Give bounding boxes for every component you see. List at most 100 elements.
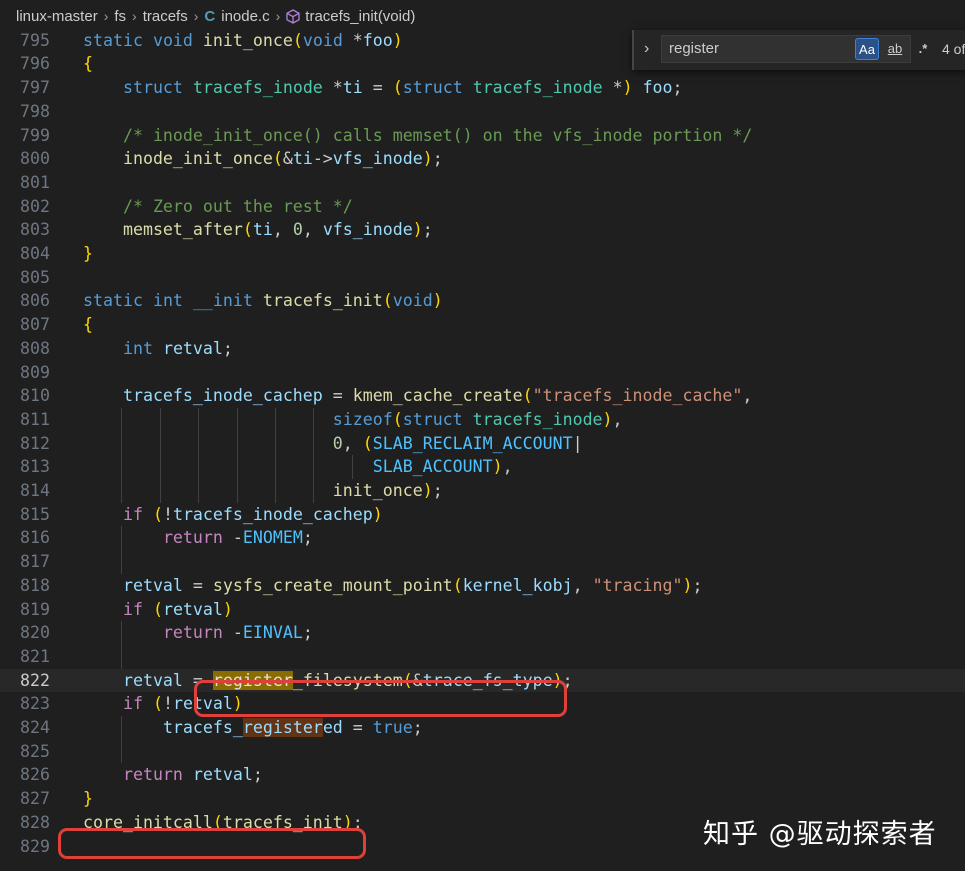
line-number[interactable]: 828 — [0, 811, 50, 835]
line-number[interactable]: 827 — [0, 787, 50, 811]
code-line[interactable]: 812 0, (SLAB_RECLAIM_ACCOUNT| — [0, 432, 965, 456]
code-line[interactable]: 804} — [0, 242, 965, 266]
code-text: /* Zero out the rest */ — [122, 196, 353, 216]
code-line[interactable]: 813 SLAB_ACCOUNT), — [0, 455, 965, 479]
code-text: static int __init tracefs_init(void) — [83, 291, 443, 311]
line-number[interactable]: 829 — [0, 835, 50, 859]
code-text: tracefs_inode_cachep = kmem_cache_create… — [122, 386, 753, 406]
line-number[interactable]: 819 — [0, 598, 50, 622]
code-text: } — [83, 789, 93, 809]
line-number[interactable]: 824 — [0, 716, 50, 740]
line-number[interactable]: 812 — [0, 432, 50, 456]
code-line[interactable]: 814 init_once); — [0, 479, 965, 503]
highlight-box-core-initcall — [58, 828, 366, 859]
line-number[interactable]: 811 — [0, 408, 50, 432]
toggle-replace-chevron-icon[interactable]: › — [644, 40, 649, 58]
line-number[interactable]: 806 — [0, 289, 50, 313]
line-number[interactable]: 813 — [0, 455, 50, 479]
code-line[interactable]: 802 /* Zero out the rest */ — [0, 195, 965, 219]
code-text: static void init_once(void *foo) — [83, 32, 403, 50]
line-number[interactable]: 816 — [0, 526, 50, 550]
line-number[interactable]: 825 — [0, 740, 50, 764]
line-number[interactable]: 797 — [0, 76, 50, 100]
line-number[interactable]: 815 — [0, 503, 50, 527]
line-number[interactable]: 807 — [0, 313, 50, 337]
line-number[interactable]: 795 — [0, 32, 50, 52]
find-result-count: 4 of — [942, 41, 965, 57]
breadcrumb-item-symbol[interactable]: tracefs_init(void) — [305, 8, 415, 25]
line-number[interactable]: 808 — [0, 337, 50, 361]
match-case-toggle[interactable]: Aa — [855, 38, 879, 60]
line-number[interactable]: 818 — [0, 574, 50, 598]
indent-guide — [313, 407, 315, 503]
code-line[interactable]: 827} — [0, 787, 965, 811]
line-number[interactable]: 820 — [0, 621, 50, 645]
line-number[interactable]: 817 — [0, 550, 50, 574]
line-number[interactable]: 804 — [0, 242, 50, 266]
regex-toggle[interactable]: .* — [911, 38, 935, 60]
line-number[interactable]: 798 — [0, 100, 50, 124]
code-line[interactable]: 810 tracefs_inode_cachep = kmem_cache_cr… — [0, 384, 965, 408]
indent-guide — [121, 621, 123, 669]
line-number[interactable]: 801 — [0, 171, 50, 195]
line-number[interactable]: 810 — [0, 384, 50, 408]
indent-guide — [236, 407, 238, 503]
code-line[interactable]: 799 /* inode_init_once() calls memset() … — [0, 124, 965, 148]
line-number[interactable]: 821 — [0, 645, 50, 669]
whole-word-toggle[interactable]: ab — [883, 38, 907, 60]
code-line[interactable]: 818 retval = sysfs_create_mount_point(ke… — [0, 574, 965, 598]
line-number[interactable]: 809 — [0, 361, 50, 385]
c-file-icon: C — [204, 7, 216, 25]
code-line[interactable]: 817 — [0, 550, 965, 574]
code-line[interactable]: 821 — [0, 645, 965, 669]
breadcrumb-item-fs[interactable]: fs — [114, 8, 126, 25]
chevron-right-icon: › — [275, 8, 281, 24]
code-text: struct tracefs_inode *ti = (struct trace… — [122, 78, 683, 98]
code-text: { — [83, 315, 93, 335]
highlight-box-register-filesystem — [194, 680, 567, 717]
code-text: SLAB_ACCOUNT), — [372, 457, 513, 477]
code-line[interactable]: 798 — [0, 100, 965, 124]
code-editor[interactable]: 794795static void init_once(void *foo)79… — [0, 32, 965, 871]
line-number[interactable]: 823 — [0, 692, 50, 716]
code-line[interactable]: 811 sizeof(struct tracefs_inode), — [0, 408, 965, 432]
indent-guide — [275, 407, 276, 503]
line-number[interactable]: 796 — [0, 52, 50, 76]
line-number[interactable]: 805 — [0, 266, 50, 290]
indent-guide — [159, 407, 161, 503]
chevron-right-icon: › — [103, 8, 109, 24]
code-line[interactable]: 801 — [0, 171, 965, 195]
code-line[interactable]: 806 static int __init tracefs_init(void) — [0, 289, 965, 313]
code-line[interactable]: 803 memset_after(ti, 0, vfs_inode); — [0, 218, 965, 242]
code-line[interactable]: 816 return -ENOMEM; — [0, 526, 965, 550]
code-line[interactable]: 819 if (retval) — [0, 598, 965, 622]
breadcrumb-item-file[interactable]: inode.c — [221, 8, 269, 25]
code-text: return -ENOMEM; — [162, 528, 313, 548]
code-line[interactable]: 825 — [0, 740, 965, 764]
code-line[interactable]: 809 — [0, 361, 965, 385]
code-text: } — [83, 244, 93, 263]
line-number[interactable]: 814 — [0, 479, 50, 503]
line-number[interactable]: 800 — [0, 147, 50, 171]
line-number[interactable]: 803 — [0, 218, 50, 242]
code-line[interactable]: 800 inode_init_once(&ti->vfs_inode); — [0, 147, 965, 171]
code-line[interactable]: 797 struct tracefs_inode *ti = (struct t… — [0, 76, 965, 100]
line-number[interactable]: 802 — [0, 195, 50, 219]
find-widget: › register Aa ab .* 4 of — [632, 30, 965, 70]
breadcrumb-item-tracefs[interactable]: tracefs — [143, 8, 188, 25]
code-text: init_once); — [332, 481, 443, 500]
code-line[interactable]: 826 return retval; — [0, 763, 965, 787]
code-line[interactable]: 808 int retval; — [0, 337, 965, 361]
line-number[interactable]: 799 — [0, 124, 50, 148]
line-number[interactable]: 826 — [0, 763, 50, 787]
code-line[interactable]: 815 if (!tracefs_inode_cachep) — [0, 503, 965, 527]
code-text: if (retval) — [122, 599, 233, 619]
code-line[interactable]: 805 — [0, 266, 965, 290]
line-number[interactable]: 822 — [0, 669, 50, 693]
code-line[interactable]: 807 { — [0, 313, 965, 337]
code-line[interactable]: 824 tracefs_registered = true; — [0, 716, 965, 740]
code-text: if (!tracefs_inode_cachep) — [122, 504, 383, 524]
code-line[interactable]: 820 return -EINVAL; — [0, 621, 965, 645]
breadcrumb-item-root[interactable]: linux-master — [16, 8, 98, 25]
indent-guide — [121, 526, 123, 574]
